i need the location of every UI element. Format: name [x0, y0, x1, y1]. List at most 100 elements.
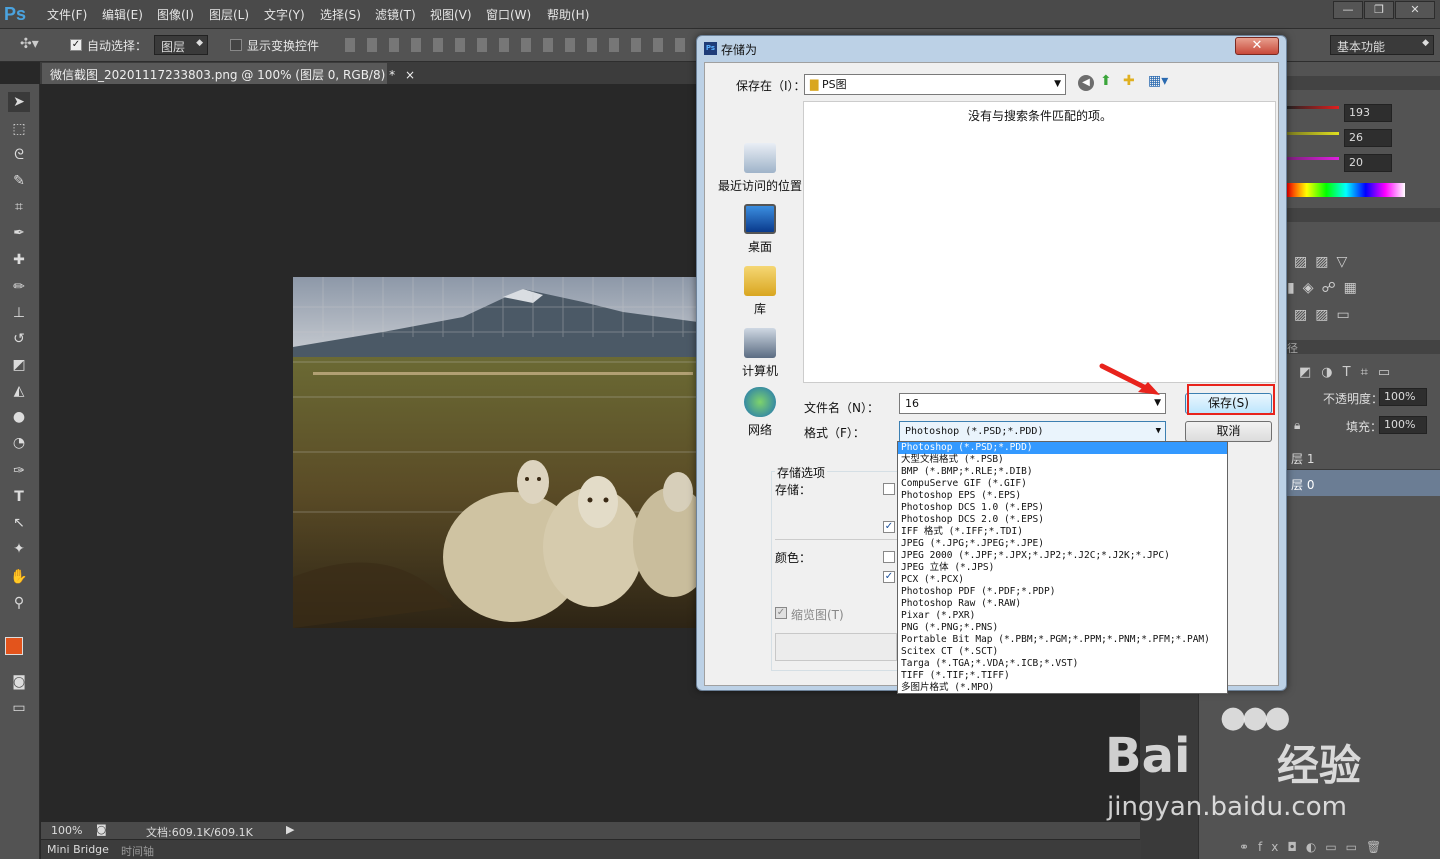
format-option[interactable]: JPEG 2000 (*.JPF;*.JPX;*.JP2;*.J2C;*.J2K…	[898, 550, 1227, 562]
foreground-color-swatch[interactable]	[5, 637, 23, 655]
format-option[interactable]: Photoshop EPS (*.EPS)	[898, 490, 1227, 502]
format-option[interactable]: JPEG 立体 (*.JPS)	[898, 562, 1227, 574]
crop-tool-icon[interactable]: ⌗	[8, 197, 30, 217]
thumbnail-checkbox[interactable]: ✓	[775, 607, 787, 619]
auto-select-checkbox[interactable]: ✓	[70, 39, 82, 51]
file-list[interactable]: 没有与搜索条件匹配的项。	[803, 101, 1276, 383]
paths-tab-label[interactable]: 径	[1287, 340, 1298, 356]
format-option[interactable]: Photoshop (*.PSD;*.PDD)	[898, 442, 1227, 454]
menu-select[interactable]: 选择(S)	[320, 6, 361, 23]
zoom-tool-icon[interactable]: ⚲	[8, 593, 30, 613]
menu-edit[interactable]: 编辑(E)	[102, 6, 143, 23]
layer-filter-icons[interactable]: ◩◑T⌗▭	[1299, 365, 1400, 380]
zoom-level[interactable]: 100%	[51, 824, 82, 837]
pen-tool-icon[interactable]: ✑	[8, 461, 30, 481]
format-option[interactable]: Photoshop Raw (*.RAW)	[898, 598, 1227, 610]
cancel-button[interactable]: 取消	[1185, 421, 1272, 442]
fill-value[interactable]: 100%	[1379, 416, 1427, 434]
brush-tool-icon[interactable]: ✏	[8, 277, 30, 297]
format-option[interactable]: Photoshop DCS 1.0 (*.EPS)	[898, 502, 1227, 514]
menu-layer[interactable]: 图层(L)	[209, 6, 249, 23]
hand-tool-icon[interactable]: ✋	[8, 567, 30, 587]
eyedropper-tool-icon[interactable]: ✒	[8, 223, 30, 243]
green-slider[interactable]	[1287, 132, 1339, 135]
auto-select-dropdown[interactable]: 图层 ◆	[154, 35, 208, 55]
format-option[interactable]: PCX (*.PCX)	[898, 574, 1227, 586]
restore-button[interactable]: ❐	[1364, 1, 1394, 19]
move-tool-icon[interactable]: ➤	[8, 92, 30, 112]
menu-type[interactable]: 文字(Y)	[264, 6, 305, 23]
close-app-button[interactable]: ✕	[1395, 1, 1435, 19]
menu-help[interactable]: 帮助(H)	[547, 6, 589, 23]
history-brush-icon[interactable]: ↺	[8, 329, 30, 349]
opacity-value[interactable]: 100%	[1379, 388, 1427, 406]
blur-tool-icon[interactable]: ●	[8, 407, 30, 427]
quick-select-tool-icon[interactable]: ✎	[8, 171, 30, 191]
blue-value[interactable]: 20	[1344, 154, 1392, 172]
format-option[interactable]: PNG (*.PNG;*.PNS)	[898, 622, 1227, 634]
mini-bridge-tab[interactable]: Mini Bridge	[47, 843, 109, 856]
quick-mask-icon[interactable]: ◙	[8, 672, 30, 692]
show-transform-checkbox[interactable]	[230, 39, 242, 51]
document-tab[interactable]: 微信截图_20201117233803.png @ 100% (图层 0, RG…	[42, 63, 415, 84]
place-library[interactable]: 库	[715, 266, 805, 317]
format-option[interactable]: 多图片格式 (*.MPO)	[898, 682, 1227, 693]
up-folder-icon[interactable]: ⬆	[1100, 73, 1112, 89]
red-slider[interactable]	[1287, 106, 1339, 109]
place-desktop[interactable]: 桌面	[715, 204, 805, 255]
format-option[interactable]: 大型文档格式 (*.PSB)	[898, 454, 1227, 466]
menu-view[interactable]: 视图(V)	[430, 6, 472, 23]
screen-mode-icon[interactable]: ▭	[8, 698, 30, 718]
color-ramp[interactable]	[1287, 183, 1405, 197]
document-tab-close-icon[interactable]: ×	[405, 68, 415, 82]
format-option[interactable]: IFF 格式 (*.IFF;*.TDI)	[898, 526, 1227, 538]
place-recent[interactable]: 最近访问的位置	[715, 143, 805, 194]
lock-icon[interactable]: 🔒︎	[1294, 418, 1300, 433]
new-folder-icon[interactable]: ✚	[1123, 73, 1135, 89]
minimize-button[interactable]: —	[1333, 1, 1363, 19]
workspace-dropdown[interactable]: 基本功能 ◆	[1330, 35, 1434, 55]
storage-option-checkbox-2[interactable]: ✓	[883, 521, 895, 533]
adjustment-icons-row1[interactable]: ▨▨▽	[1294, 254, 1355, 270]
format-option[interactable]: Photoshop PDF (*.PDF;*.PDP)	[898, 586, 1227, 598]
shape-tool-icon[interactable]: ✦	[8, 539, 30, 559]
move-tool-icon[interactable]: ✣▾	[20, 36, 39, 52]
marquee-tool-icon[interactable]: ⬚	[8, 119, 30, 139]
adjustment-icons-row2[interactable]: ▮◈☍▦	[1287, 280, 1365, 296]
eraser-tool-icon[interactable]: ◩	[8, 355, 30, 375]
format-option[interactable]: Scitex CT (*.SCT)	[898, 646, 1227, 658]
back-icon[interactable]: ◀	[1078, 75, 1094, 91]
format-options-list[interactable]: Photoshop (*.PSD;*.PDD) 大型文档格式 (*.PSB) BMP…	[897, 441, 1228, 694]
path-select-icon[interactable]: ↖	[8, 513, 30, 533]
place-computer[interactable]: 计算机	[715, 328, 805, 379]
layer-row-0[interactable]: 层 0	[1287, 470, 1440, 496]
format-option[interactable]: TIFF (*.TIF;*.TIFF)	[898, 670, 1227, 682]
green-value[interactable]: 26	[1344, 129, 1392, 147]
format-option[interactable]: Portable Bit Map (*.PBM;*.PGM;*.PPM;*.PN…	[898, 634, 1227, 646]
menu-image[interactable]: 图像(I)	[157, 6, 194, 23]
format-option[interactable]: JPEG (*.JPG;*.JPEG;*.JPE)	[898, 538, 1227, 550]
format-option[interactable]: Targa (*.TGA;*.VDA;*.ICB;*.VST)	[898, 658, 1227, 670]
view-menu-icon[interactable]: ▦▾	[1148, 73, 1168, 89]
color-option-checkbox-2[interactable]: ✓	[883, 571, 895, 583]
timeline-tab[interactable]: 时间轴	[121, 843, 154, 859]
dodge-tool-icon[interactable]: ◔	[8, 433, 30, 453]
red-value[interactable]: 193	[1344, 104, 1392, 122]
color-option-checkbox-1[interactable]	[883, 551, 895, 563]
align-distribute-icons[interactable]	[345, 38, 685, 52]
layers-footer-icons[interactable]: ⚭fx◘◐▭▭🗑︎	[1239, 840, 1390, 854]
lasso-tool-icon[interactable]: ᘓ	[8, 145, 30, 165]
adjustment-icons-row3[interactable]: ▨▨▭	[1294, 307, 1358, 323]
type-tool-icon[interactable]: T	[8, 487, 30, 507]
menu-filter[interactable]: 滤镜(T)	[375, 6, 416, 23]
layer-row-1[interactable]: 层 1	[1287, 444, 1440, 470]
dialog-close-button[interactable]: ✕	[1235, 37, 1279, 55]
status-menu-arrow-icon[interactable]: ▶	[286, 823, 294, 836]
format-option[interactable]: BMP (*.BMP;*.RLE;*.DIB)	[898, 466, 1227, 478]
format-option[interactable]: CompuServe GIF (*.GIF)	[898, 478, 1227, 490]
stamp-tool-icon[interactable]: ⊥	[8, 303, 30, 323]
place-network[interactable]: 网络	[715, 387, 805, 438]
format-option[interactable]: Photoshop DCS 2.0 (*.EPS)	[898, 514, 1227, 526]
menu-file[interactable]: 文件(F)	[47, 6, 87, 23]
storage-option-checkbox-1[interactable]	[883, 483, 895, 495]
